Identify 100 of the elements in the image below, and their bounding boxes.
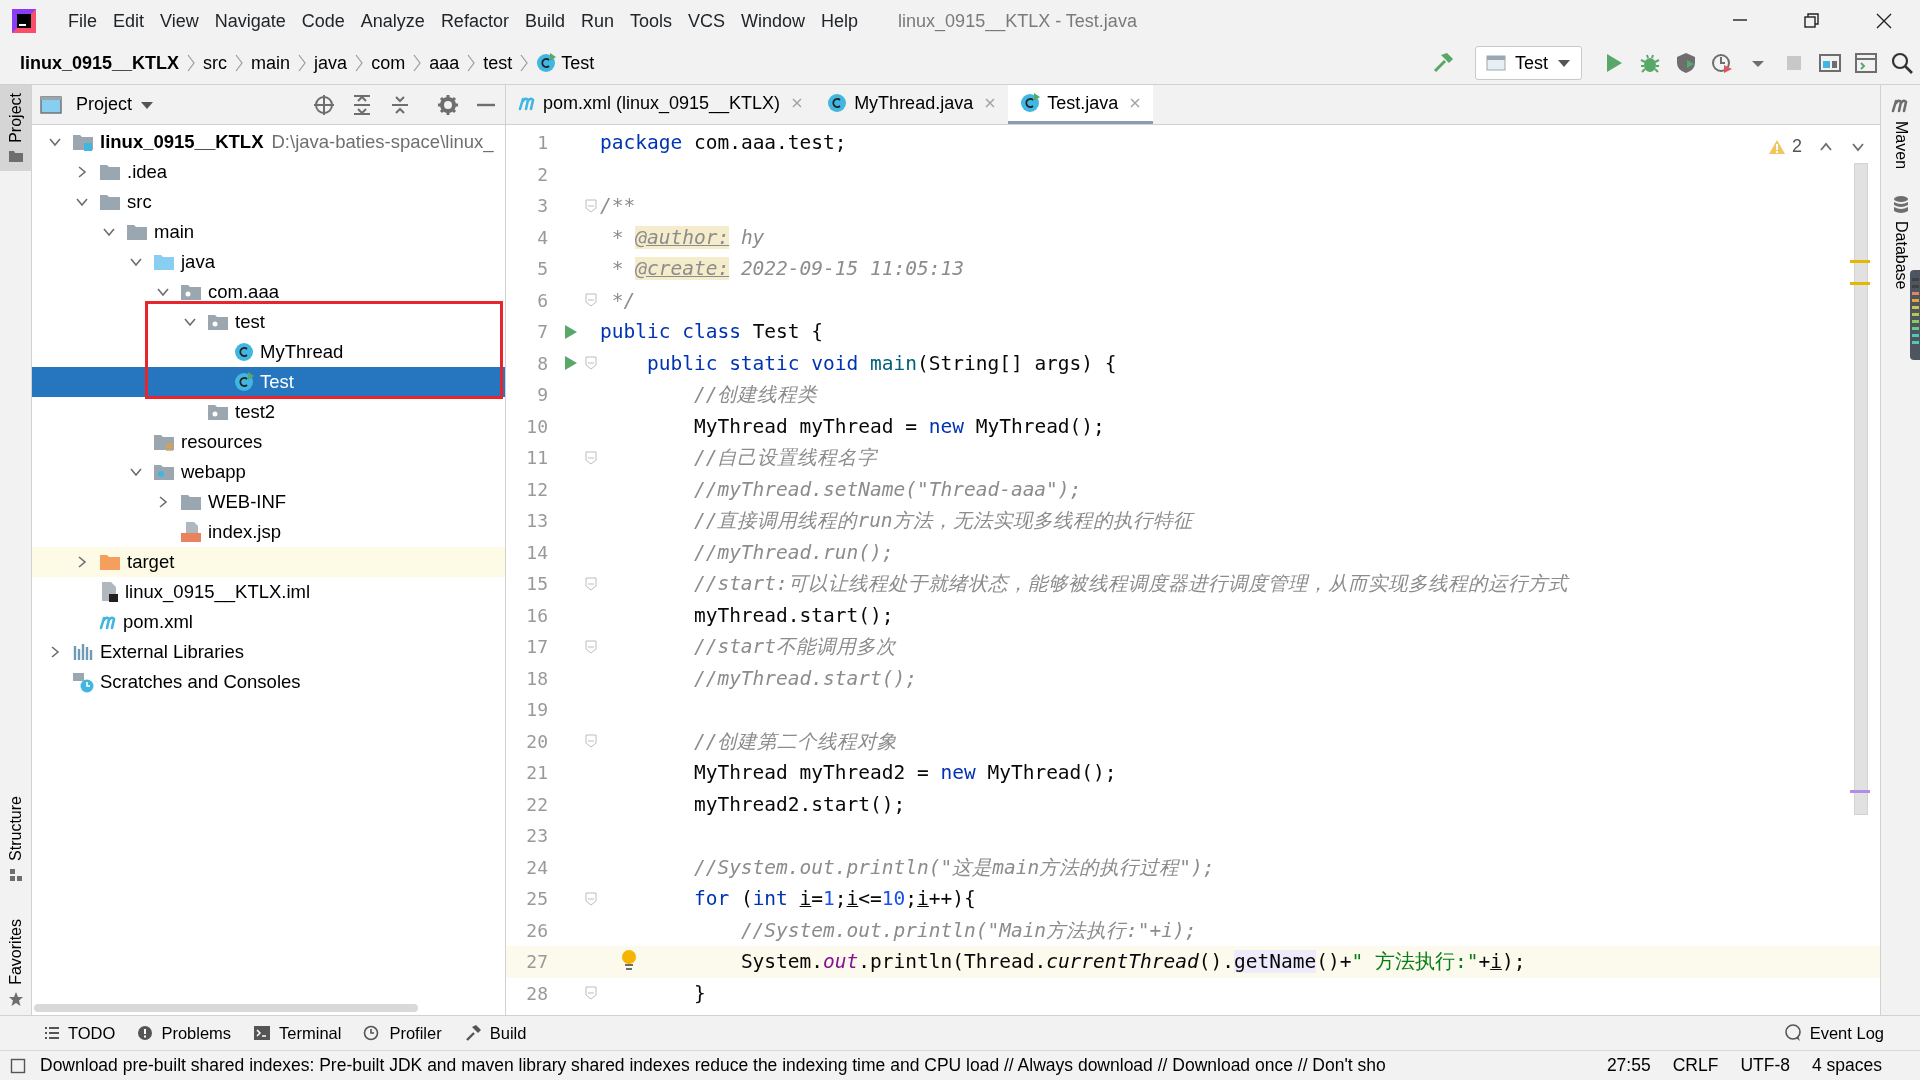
breadcrumb[interactable]: aaa [425,48,464,78]
breadcrumb[interactable]: com [367,48,410,78]
tree-item[interactable]: External Libraries [32,637,505,667]
menu-item[interactable]: Build [516,8,573,34]
tool-window-tab[interactable]: Structure [0,788,31,892]
editor-tab[interactable]: Test.java [1008,85,1154,124]
menu-item[interactable]: File [60,8,105,34]
menu-item[interactable]: Navigate [206,8,294,34]
menu-item[interactable]: View [152,8,207,34]
settings-icon[interactable] [437,93,459,116]
line-number: 14 [525,540,549,565]
locate-icon[interactable] [313,93,335,116]
tree-item[interactable]: resources [32,427,505,457]
menu-item[interactable]: Window [733,8,814,34]
tree-item[interactable]: target [32,547,505,577]
editor-tab[interactable]: MyThread.java [815,85,1009,124]
line-number: 6 [536,288,549,313]
tree-item[interactable]: .idea [32,157,505,187]
hammer-icon[interactable] [1431,51,1455,75]
tool-window-tab[interactable]: Project [0,85,31,171]
line-number: 9 [536,383,549,408]
breadcrumb[interactable]: test [479,48,517,78]
tree-item[interactable]: java [32,247,505,277]
class-icon [536,53,557,73]
terminal-icon [253,1025,272,1041]
tool-window-tab[interactable]: Favorites [0,911,31,1015]
tool-window-button[interactable]: TODO [44,1020,116,1046]
collapse-all-icon[interactable] [389,93,411,116]
menu-item[interactable]: Refactor [432,8,517,34]
fold-marker-icon[interactable] [585,576,597,591]
fold-marker-icon[interactable] [585,356,597,371]
breadcrumb[interactable]: main [247,48,295,78]
tree-item[interactable]: Scratches and Consoles [32,667,505,697]
lightbulb-icon[interactable] [620,949,638,973]
event-log-button[interactable]: Event Log [1783,1020,1884,1046]
caret-position[interactable]: 27:55 [1606,1052,1651,1079]
breadcrumb[interactable]: src [199,48,232,78]
tool-window-tab[interactable]: Database [1888,189,1913,296]
tree-item[interactable]: main [32,217,505,247]
run-icon[interactable] [564,355,578,372]
editor-tab[interactable]: pom.xml (linux_0915__KTLX) [506,85,816,124]
warning-marker[interactable] [1850,282,1870,285]
menu-item[interactable]: Analyze [352,8,433,34]
menu-item[interactable]: Help [813,8,867,34]
run-icon[interactable] [564,323,578,340]
fold-marker-icon[interactable] [585,734,597,749]
tree-item[interactable]: test [32,307,505,337]
panel-toggle-icon[interactable] [10,1057,26,1074]
tree-item[interactable]: test2 [32,397,505,427]
tool-window-button[interactable]: Build [463,1020,527,1046]
tree-item[interactable]: src [32,187,505,217]
coverage-icon[interactable] [1674,51,1698,75]
tool-window-button[interactable]: Terminal [253,1020,342,1046]
breadcrumb[interactable]: linux_0915__KTLX [16,48,184,78]
tool-window-button[interactable]: Profiler [363,1020,442,1046]
tree-item[interactable]: linux_0915__KTLX D:\java-baties-space\linux_ [32,127,505,157]
line-separator[interactable]: CRLF [1672,1052,1719,1079]
menu-item[interactable]: Run [572,8,622,34]
tree-item[interactable]: linux_0915__KTLX.iml [32,577,505,607]
view-selector-dropdown[interactable]: Project [70,90,161,119]
code-line: package com.aaa.test; [600,130,847,157]
breadcrumb[interactable]: java [310,48,352,78]
tree-item[interactable]: com.aaa [32,277,505,307]
tree-item[interactable]: index.jsp [32,517,505,547]
project-structure-icon[interactable] [1818,51,1842,75]
fold-marker-icon[interactable] [585,198,597,213]
fold-marker-icon[interactable] [585,639,597,654]
tree-item[interactable]: Test [32,367,505,397]
breadcrumb[interactable]: Test [532,48,599,78]
scrollbar-thumb[interactable] [34,1004,418,1012]
memory-indicator-drawing[interactable] [1910,270,1920,360]
window-title: linux_0915__KTLX - Test.java [898,9,1137,34]
usage-marker[interactable] [1850,790,1870,793]
menu-item[interactable]: Tools [621,8,680,34]
warning-counter[interactable]: 2 [1768,133,1866,160]
menu-item[interactable]: Edit [105,8,153,34]
menu-item[interactable]: Code [293,8,353,34]
fold-marker-icon[interactable] [585,293,597,308]
tool-window-tab[interactable]: Maven [1888,89,1913,176]
tool-window-button[interactable]: Problems [137,1020,232,1046]
tree-item[interactable]: MyThread [32,337,505,367]
tree-item[interactable]: pom.xml [32,607,505,637]
tree-item[interactable]: webapp [32,457,505,487]
warning-marker[interactable] [1850,260,1870,263]
indent-setting[interactable]: 4 spaces [1811,1052,1882,1079]
package-icon [180,282,202,302]
fold-marker-icon[interactable] [585,986,597,1001]
status-message[interactable]: Download pre-built shared indexes: Pre-built JDK and maven library shared indexes reduce the indexing time and CPU load // Always download // Download once // Don't sho [40,1052,1386,1079]
tree-item[interactable]: WEB-INF [32,487,505,517]
window-icon[interactable] [1854,51,1878,75]
profiler-icon[interactable] [1710,51,1734,75]
search-icon[interactable] [1890,51,1914,75]
run-configuration-dropdown[interactable]: Test [1475,46,1582,80]
fold-marker-icon[interactable] [585,891,597,906]
file-encoding[interactable]: UTF-8 [1740,1052,1790,1079]
menu-item[interactable]: VCS [680,8,733,34]
code-line: /** [600,193,636,220]
fold-marker-icon[interactable] [585,450,597,465]
expand-all-icon[interactable] [351,93,373,116]
line-number: 2 [536,162,549,187]
